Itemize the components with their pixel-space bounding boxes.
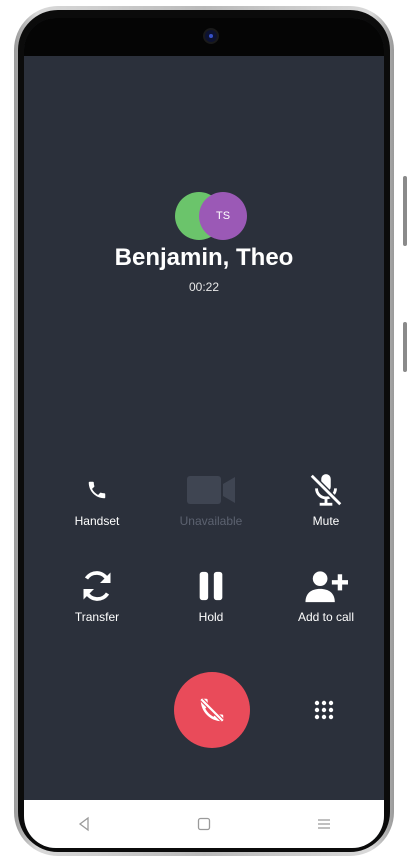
video-label: Unavailable — [179, 514, 243, 528]
transfer-arrows-icon — [79, 566, 115, 606]
handset-label: Handset — [74, 514, 120, 528]
recents-button[interactable] — [294, 809, 354, 839]
phone-icon — [86, 470, 108, 510]
call-timer: 00:22 — [188, 280, 220, 294]
dialpad-icon — [314, 700, 334, 720]
phone-hangup-icon — [200, 698, 224, 722]
recents-menu-icon — [318, 819, 330, 829]
hold-button[interactable]: Hold — [156, 566, 266, 624]
end-call-button[interactable] — [174, 672, 250, 748]
participant-avatars: TS — [175, 192, 253, 240]
add-person-icon — [304, 566, 348, 606]
transfer-button[interactable]: Transfer — [42, 566, 152, 624]
video-button[interactable]: Unavailable — [156, 470, 266, 528]
home-button[interactable] — [174, 809, 234, 839]
microphone-off-icon — [307, 470, 345, 510]
video-camera-icon — [187, 470, 235, 510]
add-to-call-button[interactable]: Add to call — [271, 566, 381, 624]
volume-button — [403, 176, 407, 246]
hold-label: Hold — [198, 610, 224, 624]
power-button — [403, 322, 407, 372]
back-button[interactable] — [54, 809, 114, 839]
navigation-bar — [24, 800, 384, 848]
dialpad-button[interactable] — [314, 700, 334, 720]
mute-button[interactable]: Mute — [271, 470, 381, 528]
add-to-call-label: Add to call — [297, 610, 355, 624]
caller-name: Benjamin, Theo — [114, 244, 294, 271]
home-icon — [197, 817, 211, 831]
mute-label: Mute — [312, 514, 340, 528]
front-camera — [205, 30, 217, 42]
status-bar — [24, 18, 384, 56]
pause-icon — [194, 566, 228, 606]
avatar: TS — [199, 192, 247, 240]
back-icon — [78, 816, 89, 832]
handset-button[interactable]: Handset — [42, 470, 152, 528]
transfer-label: Transfer — [74, 610, 120, 624]
call-screen: TS Benjamin, Theo 00:22 Handset Unavaila… — [24, 18, 384, 848]
